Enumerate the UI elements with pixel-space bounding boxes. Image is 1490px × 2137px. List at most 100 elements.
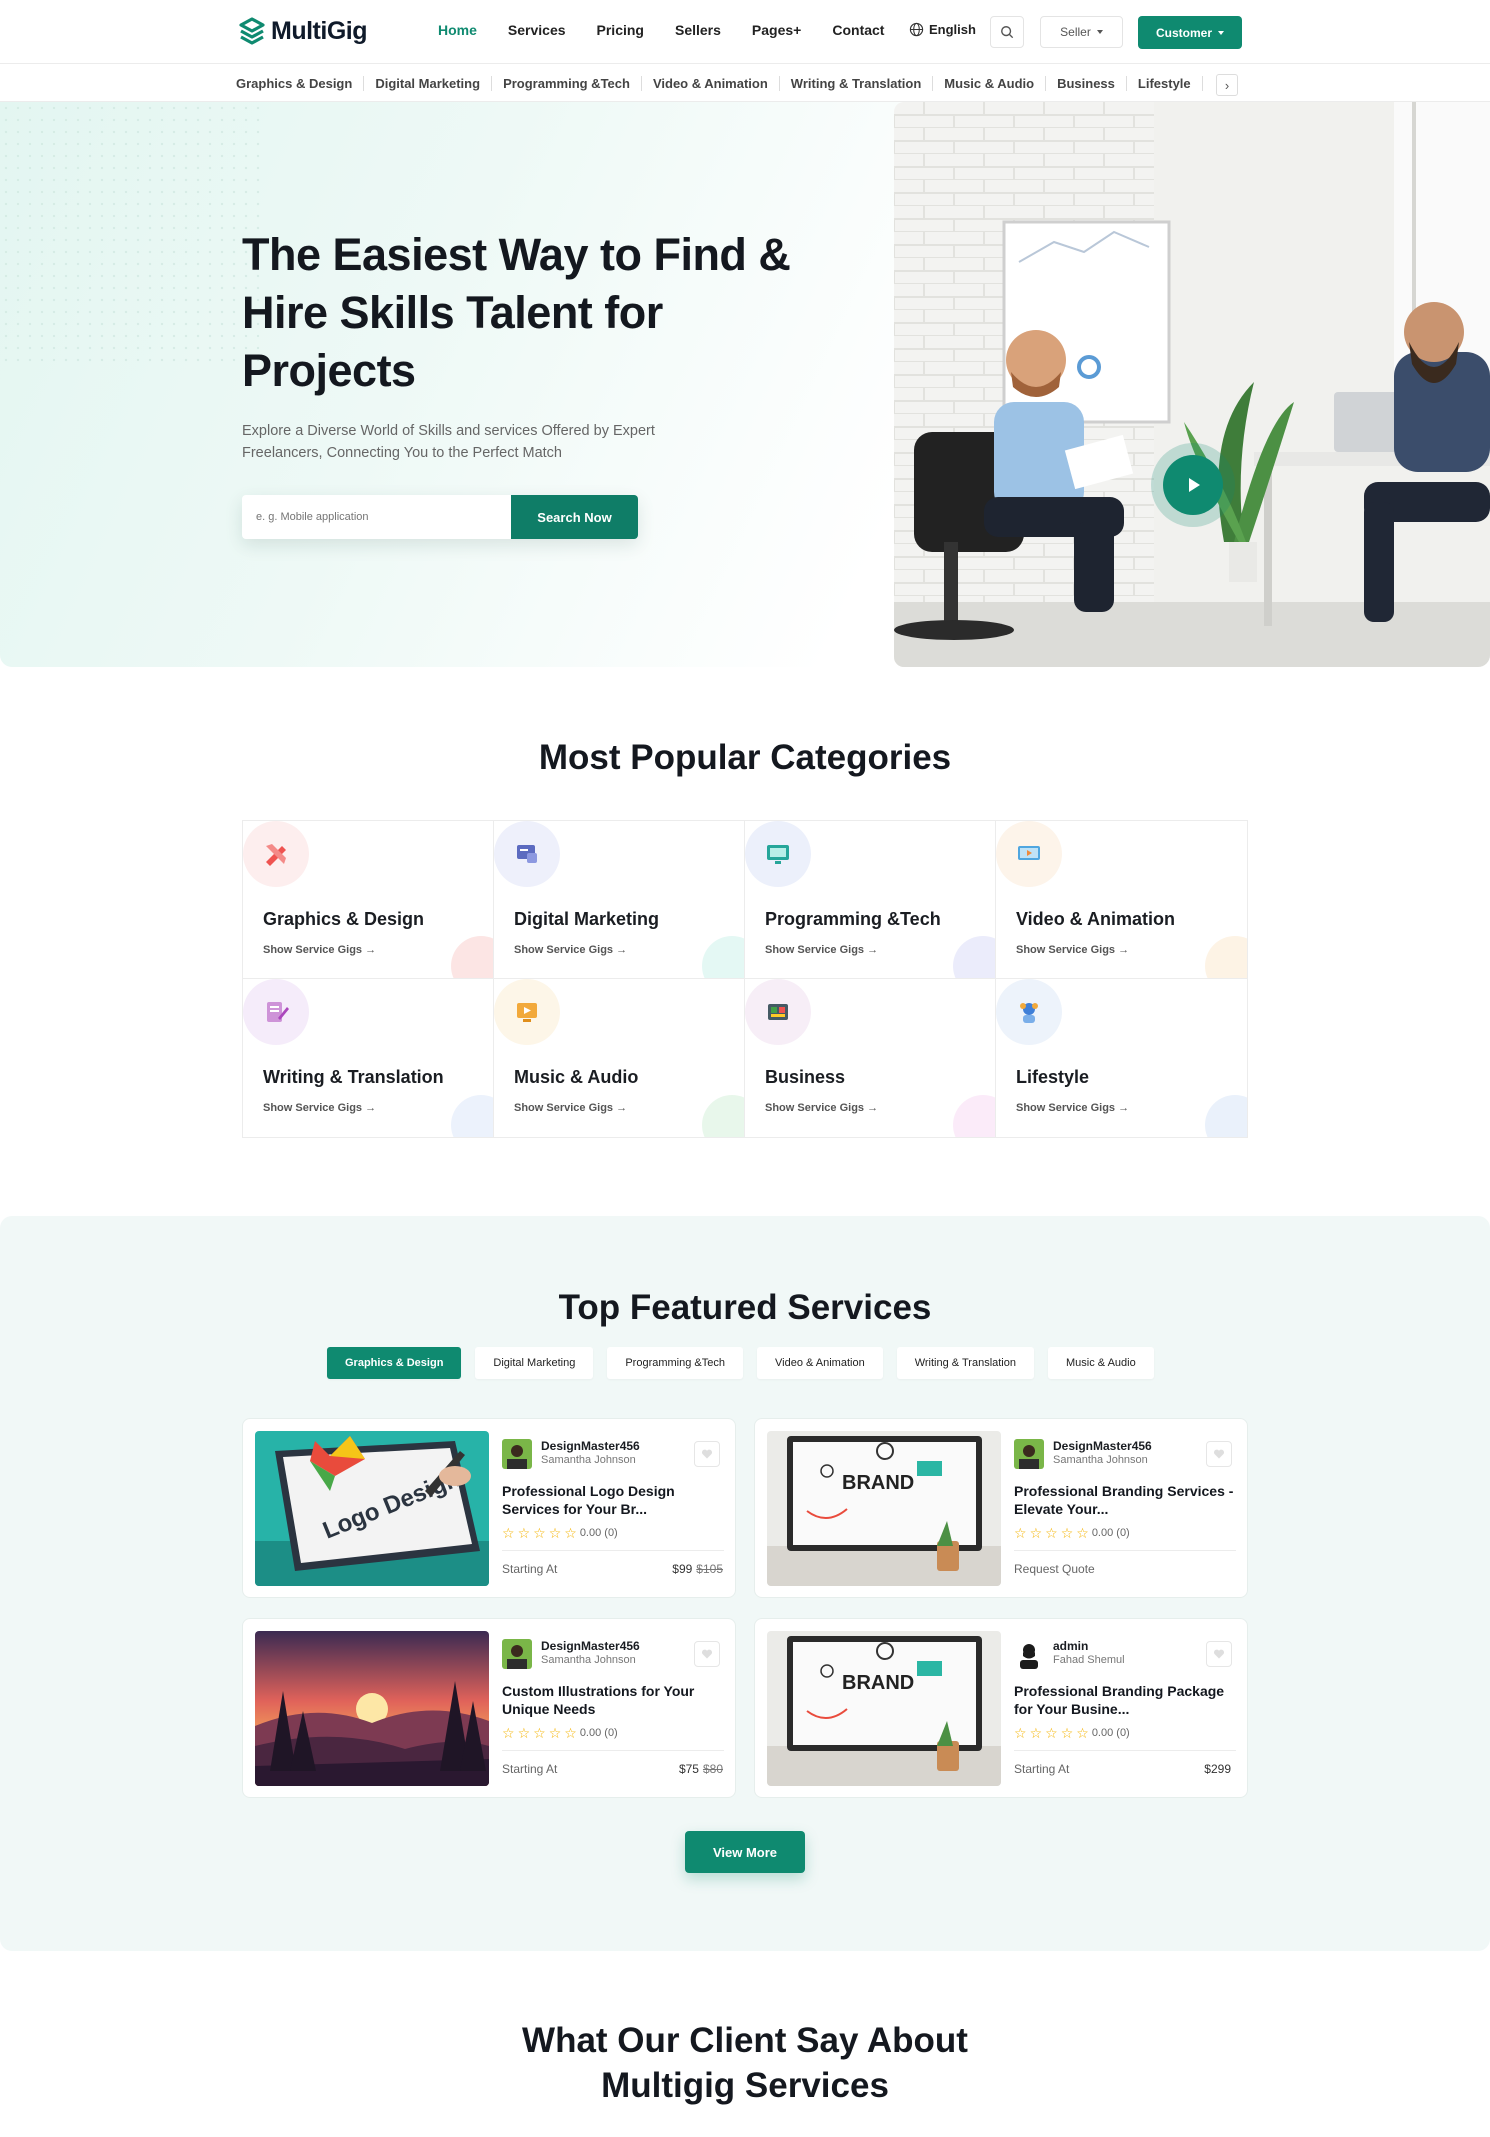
seller-username[interactable]: admin	[1053, 1639, 1088, 1653]
search-button[interactable]	[990, 16, 1024, 48]
tab-music-audio[interactable]: Music & Audio	[1048, 1347, 1154, 1379]
gig-title[interactable]: Professional Branding Package for Your B…	[1014, 1682, 1234, 1718]
category-card-lifestyle[interactable]: Lifestyle Show Service Gigs →	[996, 979, 1247, 1137]
rating-value: 0.00 (0)	[579, 1727, 618, 1739]
show-service-gigs-link[interactable]: Show Service Gigs →	[514, 1102, 627, 1114]
gig-title[interactable]: Custom Illustrations for Your Unique Nee…	[502, 1682, 722, 1718]
business-icon	[745, 979, 811, 1045]
show-service-gigs-link[interactable]: Show Service Gigs →	[514, 944, 627, 956]
star-icon: ☆	[1060, 1525, 1074, 1541]
chevron-right-icon[interactable]: ›	[1216, 74, 1238, 96]
gig-image[interactable]: BRAND	[767, 1431, 1001, 1586]
nav-pages[interactable]: Pages+	[752, 22, 801, 38]
gig-rating: ☆ ☆ ☆ ☆ ☆ 0.00 (0)	[502, 1525, 618, 1541]
show-service-gigs-link[interactable]: Show Service Gigs →	[1016, 944, 1129, 956]
hero-search-input[interactable]	[242, 495, 511, 539]
favorite-button[interactable]	[694, 1641, 720, 1667]
category-bar-item[interactable]: Writing & Translation	[780, 76, 934, 91]
nav-sellers[interactable]: Sellers	[675, 22, 721, 38]
gig-card[interactable]: Logo Design DesignMaster456 Samantha Joh…	[242, 1418, 736, 1598]
main-nav: Home Services Pricing Sellers Pages+ Con…	[438, 22, 915, 38]
seller-dropdown[interactable]: Seller	[1040, 16, 1123, 48]
show-service-gigs-link[interactable]: Show Service Gigs →	[765, 944, 878, 956]
nav-home[interactable]: Home	[438, 22, 477, 38]
tab-video-animation[interactable]: Video & Animation	[757, 1347, 883, 1379]
category-bar-item[interactable]: Video & Animation	[642, 76, 780, 91]
star-icon: ☆	[1014, 1525, 1027, 1541]
category-card-business[interactable]: Business Show Service Gigs →	[745, 979, 996, 1137]
categories-grid: Graphics & Design Show Service Gigs → Di…	[242, 820, 1248, 1138]
category-name: Music & Audio	[514, 1067, 639, 1087]
language-selector[interactable]: English	[909, 22, 976, 37]
star-icon: ☆	[564, 1525, 577, 1541]
category-card-music-audio[interactable]: Music & Audio Show Service Gigs →	[494, 979, 745, 1137]
nav-services[interactable]: Services	[508, 22, 566, 38]
seller-label: Seller	[1060, 25, 1091, 39]
gig-rating: ☆ ☆ ☆ ☆ ☆ 0.00 (0)	[502, 1725, 618, 1741]
category-bar-item[interactable]: Da	[1203, 76, 1211, 91]
nav-contact[interactable]: Contact	[832, 22, 884, 38]
star-icon: ☆	[1029, 1525, 1043, 1541]
tab-writing-translation[interactable]: Writing & Translation	[896, 1347, 1034, 1379]
price-label: Starting At	[502, 1762, 558, 1776]
category-card-video-animation[interactable]: Video & Animation Show Service Gigs →	[996, 821, 1247, 979]
tab-programming-tech[interactable]: Programming &Tech	[607, 1347, 743, 1379]
gig-price: $299	[1204, 1762, 1231, 1776]
monitor-code-icon	[745, 821, 811, 887]
gig-title[interactable]: Professional Logo Design Services for Yo…	[502, 1482, 722, 1518]
favorite-button[interactable]	[1206, 1641, 1232, 1667]
seller-username[interactable]: DesignMaster456	[541, 1439, 640, 1453]
star-icon: ☆	[1014, 1725, 1027, 1741]
gig-price: $75 $80	[678, 1762, 723, 1776]
play-video-button[interactable]	[1163, 455, 1223, 515]
gig-card[interactable]: DesignMaster456 Samantha Johnson Custom …	[242, 1618, 736, 1798]
show-service-gigs-link[interactable]: Show Service Gigs →	[1016, 1102, 1129, 1114]
gig-image[interactable]	[255, 1631, 489, 1786]
gig-card[interactable]: BRAND DesignMaster456 Samantha Johnson P…	[754, 1418, 1248, 1598]
gig-image[interactable]: BRAND	[767, 1631, 1001, 1786]
category-bar-item[interactable]: Programming &Tech	[492, 76, 642, 91]
price-label: Request Quote	[1014, 1562, 1095, 1576]
gig-card[interactable]: BRAND admin Fahad Shemul Professional Br…	[754, 1618, 1248, 1798]
category-bar-item[interactable]: Digital Marketing	[364, 76, 493, 91]
customer-dropdown[interactable]: Customer	[1138, 16, 1242, 49]
gig-rating: ☆ ☆ ☆ ☆ ☆ 0.00 (0)	[1014, 1525, 1130, 1541]
seller-username[interactable]: DesignMaster456	[541, 1639, 640, 1653]
category-name: Business	[765, 1067, 846, 1087]
favorite-button[interactable]	[1206, 1441, 1232, 1467]
search-now-button[interactable]: Search Now	[511, 495, 638, 539]
gig-title[interactable]: Professional Branding Services - Elevate…	[1014, 1482, 1234, 1518]
seller-username[interactable]: DesignMaster456	[1053, 1439, 1152, 1453]
category-card-digital-marketing[interactable]: Digital Marketing Show Service Gigs →	[494, 821, 745, 979]
category-bar-item[interactable]: Lifestyle	[1127, 76, 1203, 91]
show-service-gigs-link[interactable]: Show Service Gigs →	[263, 1102, 376, 1114]
lifestyle-icon	[996, 979, 1062, 1045]
nav-pricing[interactable]: Pricing	[597, 22, 644, 38]
featured-title: Top Featured Services	[558, 1288, 932, 1327]
globe-icon	[909, 22, 924, 37]
show-service-gigs-link[interactable]: Show Service Gigs →	[765, 1102, 878, 1114]
favorite-button[interactable]	[694, 1441, 720, 1467]
category-bar-item[interactable]: Business	[1046, 76, 1127, 91]
category-bar-item[interactable]: Music & Audio	[933, 76, 1047, 91]
tab-digital-marketing[interactable]: Digital Marketing	[475, 1347, 594, 1379]
rating-value: 0.00 (0)	[1091, 1727, 1130, 1739]
price-label: Starting At	[1014, 1762, 1070, 1776]
logo[interactable]: MultiGig	[237, 16, 367, 46]
view-more-button[interactable]: View More	[685, 1831, 805, 1873]
star-icon: ☆	[1029, 1725, 1043, 1741]
featured-tabs: Graphics & Design Digital Marketing Prog…	[327, 1347, 1154, 1379]
svg-text:BRAND: BRAND	[842, 1672, 914, 1694]
category-card-programming-tech[interactable]: Programming &Tech Show Service Gigs →	[745, 821, 996, 979]
category-bar-item[interactable]: Graphics & Design	[236, 76, 365, 91]
category-name: Digital Marketing	[514, 909, 660, 929]
pen-paper-icon	[243, 979, 309, 1045]
svg-text:BRAND: BRAND	[842, 1472, 914, 1494]
category-card-writing-translation[interactable]: Writing & Translation Show Service Gigs …	[243, 979, 494, 1137]
tab-graphics-design[interactable]: Graphics & Design	[327, 1347, 462, 1379]
customer-label: Customer	[1155, 25, 1212, 40]
gig-image[interactable]: Logo Design	[255, 1431, 489, 1586]
star-icon: ☆	[533, 1725, 546, 1741]
show-service-gigs-link[interactable]: Show Service Gigs →	[263, 944, 376, 956]
category-card-graphics-design[interactable]: Graphics & Design Show Service Gigs →	[243, 821, 494, 979]
